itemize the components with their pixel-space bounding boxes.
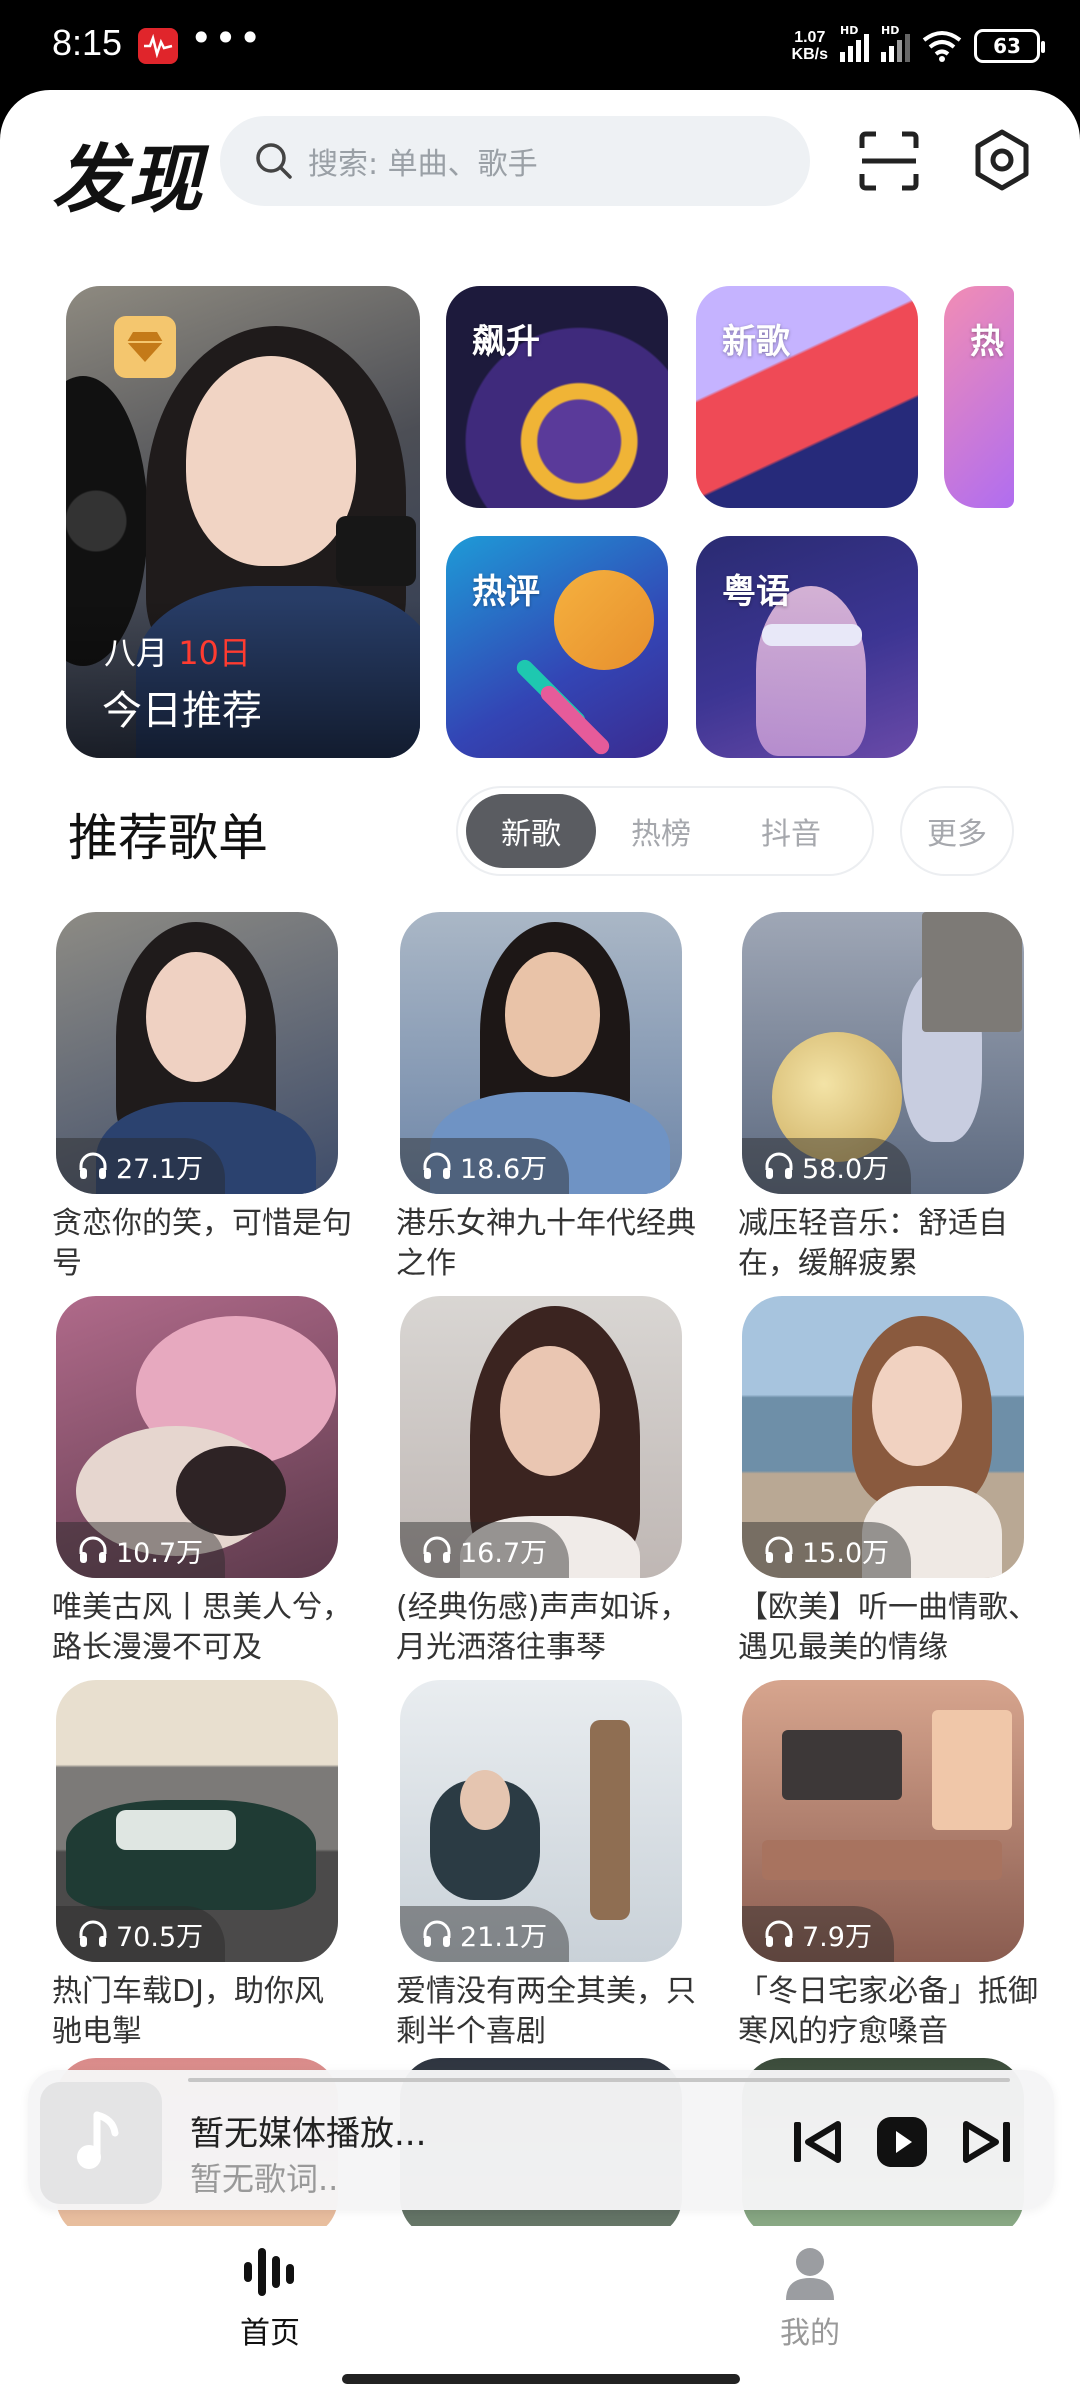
playlist-cover: 21.1万	[400, 1680, 682, 1962]
headphones-icon	[79, 1536, 107, 1563]
headphones-icon	[423, 1920, 451, 1947]
nav-home-label: 首页	[240, 2316, 300, 2351]
chart-hot-tile[interactable]: 热	[944, 286, 1014, 508]
network-speed: 1.07 KB/s	[791, 29, 828, 63]
today-date: 八月 10日	[104, 634, 251, 672]
cantonese-tile[interactable]: 粤语	[696, 536, 918, 758]
playlist-title: 【欧美】听一曲情歌、遇见最美的情缘	[738, 1590, 1038, 1665]
headphones-icon	[765, 1536, 793, 1563]
playlist-title: 热门车载DJ，助你风驰电掣	[52, 1974, 324, 2049]
album-art-placeholder	[40, 2082, 162, 2204]
audio-app-notification-icon	[138, 28, 178, 64]
headphones-icon	[79, 1920, 107, 1947]
scan-button[interactable]	[858, 130, 920, 192]
signal-icon: HD	[840, 24, 869, 62]
signal-icon-2: HD	[881, 24, 910, 62]
play-count: 27.1万	[56, 1138, 226, 1194]
headphones-icon	[423, 1536, 451, 1563]
nav-mine-label: 我的	[780, 2316, 840, 2351]
playlist-cover: 16.7万	[400, 1296, 682, 1578]
tab-new[interactable]: 新歌	[466, 794, 596, 868]
play-icon	[877, 2117, 927, 2167]
search-icon	[256, 143, 292, 179]
section-title: 推荐歌单	[68, 809, 268, 867]
play-count: 70.5万	[56, 1906, 226, 1962]
play-count: 15.0万	[742, 1522, 912, 1578]
play-count: 10.7万	[56, 1522, 226, 1578]
vip-diamond-icon	[114, 316, 176, 378]
battery-indicator: 63	[974, 29, 1045, 63]
search-input[interactable]: 搜索: 单曲、歌手	[220, 116, 810, 206]
search-placeholder: 搜索: 单曲、歌手	[308, 147, 538, 182]
discover-screen: 发现 搜索: 单曲、歌手 八月 10日 今日推荐 飙升 新歌 热 热评 粤语 推…	[0, 90, 1080, 2400]
daily-recommend-card[interactable]: 八月 10日 今日推荐	[66, 286, 420, 758]
playlist-cover: 27.1万	[56, 912, 338, 1194]
playlist-tabs: 新歌 热榜 抖音	[456, 786, 874, 876]
playlist-title: 减压轻音乐：舒适自在，缓解疲累	[738, 1206, 1008, 1281]
play-count: 21.1万	[400, 1906, 570, 1962]
playlist-title: 唯美古风丨思美人兮，路长漫漫不可及	[52, 1590, 352, 1665]
page-title: 发现	[52, 137, 204, 223]
playlist-title: 港乐女神九十年代经典之作	[396, 1206, 696, 1281]
next-button[interactable]	[958, 2114, 1014, 2170]
tab-douyin[interactable]: 抖音	[726, 794, 856, 868]
gear-icon	[975, 129, 1029, 191]
playlist-cover: 18.6万	[400, 912, 682, 1194]
chart-rising-tile[interactable]: 飙升	[446, 286, 668, 508]
play-count: 58.0万	[742, 1138, 912, 1194]
status-bar: 8:15 ••• 1.07 KB/s HD HD 63	[0, 0, 1080, 92]
nav-mine[interactable]: 我的	[720, 2244, 900, 2352]
playlist-title: 「冬日宅家必备」抵御寒风的疗愈嗓音	[738, 1974, 1038, 2049]
previous-button[interactable]	[790, 2114, 846, 2170]
now-playing-title: 暂无媒体播放...	[190, 2114, 427, 2154]
playlist-cover: 10.7万	[56, 1296, 338, 1578]
soundwave-icon	[244, 2248, 294, 2296]
tab-hot[interactable]: 热榜	[596, 794, 726, 868]
user-icon	[786, 2248, 834, 2300]
headphones-icon	[765, 1920, 793, 1947]
play-count: 16.7万	[400, 1522, 570, 1578]
playback-progress-bar[interactable]	[188, 2078, 1010, 2082]
home-indicator[interactable]	[342, 2374, 740, 2384]
hot-comments-tile[interactable]: 热评	[446, 536, 668, 758]
nav-home[interactable]: 首页	[180, 2244, 360, 2352]
play-button[interactable]	[874, 2114, 930, 2170]
more-button[interactable]: 更多	[900, 786, 1014, 876]
chart-new-songs-tile[interactable]: 新歌	[696, 286, 918, 508]
playlist-cover: 15.0万	[742, 1296, 1024, 1578]
more-notifications-icon: •••	[190, 16, 264, 60]
headphones-icon	[765, 1152, 793, 1179]
status-time: 8:15	[52, 22, 123, 63]
settings-button[interactable]	[970, 128, 1034, 192]
playlist-title: (经典伤感)声声如诉，月光洒落往事琴	[396, 1590, 690, 1665]
headphones-icon	[423, 1152, 451, 1179]
playlist-cover: 70.5万	[56, 1680, 338, 1962]
playlist-title: 爱情没有两全其美，只剩半个喜剧	[396, 1974, 696, 2049]
playlist-cover: 58.0万	[742, 912, 1024, 1194]
wifi-icon	[922, 31, 962, 62]
headphones-icon	[79, 1152, 107, 1179]
mini-player[interactable]: 暂无媒体播放... 暂无歌词..	[28, 2070, 1054, 2210]
playlist-cover: 7.9万	[742, 1680, 1024, 1962]
play-count: 7.9万	[742, 1906, 894, 1962]
playlist-title: 贪恋你的笑，可惜是句号	[52, 1206, 352, 1281]
music-note-icon	[77, 2111, 119, 2169]
play-count: 18.6万	[400, 1138, 570, 1194]
now-playing-lyrics: 暂无歌词..	[190, 2160, 339, 2198]
skip-next-icon	[963, 2121, 1010, 2163]
skip-previous-icon	[794, 2121, 841, 2163]
scan-icon	[859, 131, 919, 191]
today-title: 今日推荐	[102, 688, 262, 734]
